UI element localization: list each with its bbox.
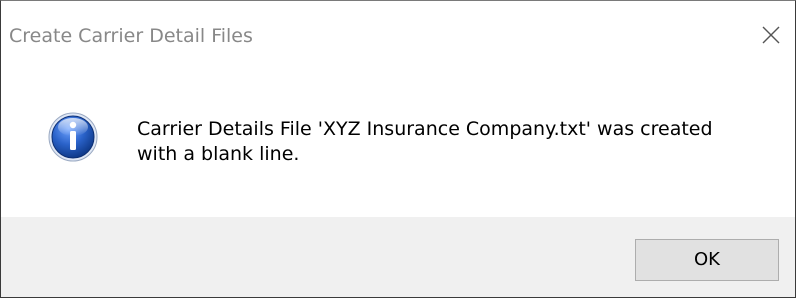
info-icon (48, 112, 98, 162)
message-line-1: Carrier Details File 'XYZ Insurance Comp… (137, 118, 713, 140)
dialog-message: Carrier Details File 'XYZ Insurance Comp… (137, 117, 777, 167)
dialog-footer: OK (1, 217, 795, 297)
dialog-titlebar[interactable]: Create Carrier Detail Files (1, 1, 795, 67)
message-dialog: Create Carrier Detail Files Carrier Deta… (0, 0, 796, 298)
close-icon (762, 26, 780, 44)
message-line-2: with a blank line. (137, 143, 300, 165)
dialog-content: Carrier Details File 'XYZ Insurance Comp… (1, 67, 795, 217)
ok-button[interactable]: OK (635, 239, 779, 281)
dialog-title: Create Carrier Detail Files (9, 25, 253, 47)
close-button[interactable] (751, 15, 793, 55)
